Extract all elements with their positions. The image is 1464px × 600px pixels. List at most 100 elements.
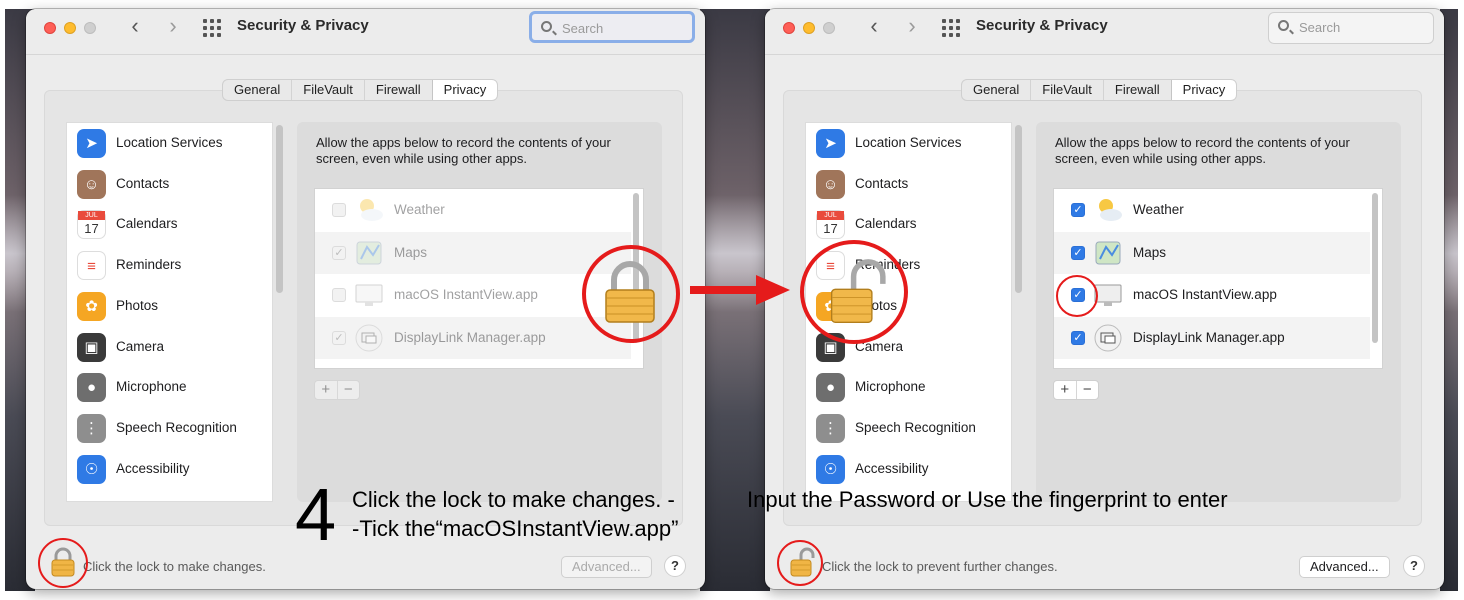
zoom-button[interactable]	[84, 22, 96, 34]
sidebar-item-label: Reminders	[116, 257, 182, 273]
sidebar-item[interactable]: ☉ Accessibility	[77, 453, 267, 487]
show-all-grid-icon[interactable]	[203, 19, 221, 37]
app-permission-row[interactable]: Weather	[315, 189, 631, 231]
sidebar-item[interactable]: ☺ Contacts	[77, 168, 267, 202]
lock-status-text: Click the lock to make changes.	[83, 559, 266, 574]
sidebar-item[interactable]: ≡ Reminders	[77, 249, 267, 283]
tab-firewall[interactable]: Firewall	[1104, 80, 1172, 100]
sidebar-item[interactable]: ☉ Accessibility	[816, 453, 1006, 487]
search-icon	[541, 21, 552, 32]
sidebar-item[interactable]: ● Microphone	[816, 371, 1006, 405]
advanced-button[interactable]: Advanced...	[561, 556, 652, 578]
search-placeholder: Search	[1299, 20, 1341, 35]
forward-chevron-icon[interactable]: ›	[901, 15, 923, 39]
weather-sun-cloud-icon	[360, 199, 383, 221]
sidebar-item[interactable]: JUL 17 Calendars	[77, 208, 267, 242]
app-permission-row[interactable]: ✓ DisplayLink Manager.app	[1054, 316, 1370, 359]
forward-chevron-icon[interactable]: ›	[162, 15, 184, 39]
app-permission-row[interactable]: ✓ Maps	[1054, 231, 1370, 274]
help-button[interactable]: ?	[664, 555, 686, 577]
sidebar-item-label: Speech Recognition	[855, 419, 976, 435]
zoom-button[interactable]	[823, 22, 835, 34]
help-button[interactable]: ?	[1403, 555, 1425, 577]
sidebar-scrollbar[interactable]	[276, 125, 283, 293]
app-name-label: DisplayLink Manager.app	[1133, 329, 1285, 345]
tab-privacy[interactable]: Privacy	[432, 80, 498, 100]
sidebar-scrollbar[interactable]	[1015, 125, 1022, 293]
search-field[interactable]: Search	[1268, 12, 1434, 44]
sidebar-item[interactable]: ⋮ Speech Recognition	[77, 412, 267, 446]
app-checkbox[interactable]: ✓	[332, 245, 346, 260]
caption-line-2: -Tick the“macOSInstantView.app”	[352, 516, 679, 541]
step-number: 4	[295, 473, 337, 556]
app-name-label: Maps	[1133, 244, 1167, 260]
sidebar-item[interactable]: JUL 17 Calendars	[816, 208, 1006, 242]
contacts-book-icon: ☺	[816, 169, 845, 199]
close-button[interactable]	[44, 22, 56, 34]
caption-line-3: Input the Password or Use the fingerprin…	[747, 487, 1228, 512]
display-monitor-icon	[355, 284, 383, 306]
sidebar-item[interactable]: ▣ Camera	[77, 331, 267, 365]
search-field[interactable]: Search	[529, 11, 695, 43]
highlight-ring-large-lock	[582, 245, 680, 343]
sidebar-item-label: Photos	[116, 297, 159, 313]
search-icon	[1278, 20, 1289, 31]
remove-app-button[interactable]: −	[338, 381, 360, 399]
sidebar-item-label: Microphone	[855, 379, 926, 395]
title-bar: ‹ › Security & Privacy Search	[26, 9, 705, 55]
sidebar-item-label: Accessibility	[116, 460, 190, 476]
app-permission-list: ✓ Weather ✓ Maps ✓ macOS InstantView.app ✓ Disp…	[1053, 188, 1383, 369]
minimize-button[interactable]	[803, 22, 815, 34]
show-all-grid-icon[interactable]	[942, 19, 960, 37]
remove-app-button[interactable]: −	[1077, 381, 1099, 399]
app-checkbox[interactable]: ✓	[1071, 245, 1085, 260]
calendar-day: 17	[84, 221, 99, 237]
app-name-label: Weather	[394, 202, 445, 217]
back-chevron-icon[interactable]: ‹	[863, 15, 885, 39]
app-permission-row[interactable]: ✓ Maps	[315, 231, 631, 274]
screen-recording-description: Allow the apps below to record the conte…	[1055, 135, 1350, 166]
app-permission-row[interactable]: ✓ Weather	[1054, 189, 1370, 231]
lock-status-text: Click the lock to prevent further change…	[822, 559, 1058, 574]
accessibility-person-icon: ☉	[816, 454, 845, 484]
sidebar-item-label: Calendars	[855, 216, 917, 232]
tab-filevault[interactable]: FileVault	[292, 80, 365, 100]
tab-general[interactable]: General	[962, 80, 1032, 100]
calendar-icon: JUL 17	[816, 210, 845, 240]
calendar-month: JUL	[78, 211, 105, 221]
tab-filevault[interactable]: FileVault	[1031, 80, 1104, 100]
sidebar-item[interactable]: ☺ Contacts	[816, 168, 1006, 202]
close-button[interactable]	[783, 22, 795, 34]
calendar-icon: JUL 17	[77, 210, 106, 240]
sidebar-item[interactable]: ➤ Location Services	[816, 127, 1006, 161]
sidebar-item[interactable]: ● Microphone	[77, 371, 267, 405]
add-app-button[interactable]: +	[1054, 381, 1077, 399]
sidebar-item[interactable]: ➤ Location Services	[77, 127, 267, 161]
app-checkbox[interactable]	[332, 288, 346, 302]
app-checkbox[interactable]: ✓	[332, 330, 346, 345]
sidebar-item[interactable]: ✿ Photos	[77, 290, 267, 324]
sidebar-item[interactable]: ⋮ Speech Recognition	[816, 412, 1006, 446]
calendar-month: JUL	[817, 211, 844, 221]
tab-firewall[interactable]: Firewall	[365, 80, 433, 100]
app-list-scrollbar[interactable]	[1372, 193, 1378, 343]
app-permission-row[interactable]: ✓ macOS InstantView.app	[1054, 274, 1370, 316]
advanced-button[interactable]: Advanced...	[1299, 556, 1390, 578]
sidebar-item-label: Accessibility	[855, 460, 929, 476]
app-checkbox[interactable]: ✓	[1071, 203, 1085, 217]
caption-line-1: Click the lock to make changes. -	[352, 487, 675, 512]
privacy-category-list[interactable]: ➤ Location Services ☺ Contacts JUL 17 Calendar…	[66, 122, 273, 502]
tab-general[interactable]: General	[223, 80, 293, 100]
app-name-label: DisplayLink Manager.app	[394, 329, 546, 345]
app-checkbox[interactable]	[332, 203, 346, 217]
add-app-button[interactable]: +	[315, 381, 338, 399]
app-permission-row[interactable]: ✓ DisplayLink Manager.app	[315, 316, 631, 359]
minimize-button[interactable]	[64, 22, 76, 34]
microphone-icon: ●	[77, 373, 106, 403]
weather-sun-cloud-icon	[1099, 199, 1122, 221]
back-chevron-icon[interactable]: ‹	[124, 15, 146, 39]
app-name-label: Maps	[394, 244, 428, 260]
window-title: Security & Privacy	[237, 17, 369, 34]
tab-privacy[interactable]: Privacy	[1171, 80, 1237, 100]
app-checkbox[interactable]: ✓	[1071, 330, 1085, 345]
